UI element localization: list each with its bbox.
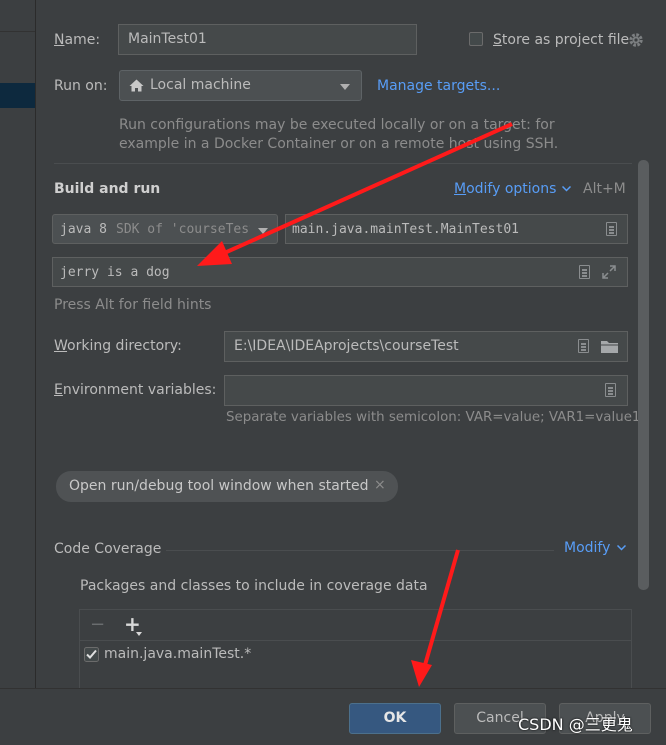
chevron-down-icon — [562, 186, 571, 192]
list-item[interactable]: main.java.mainTest.* — [80, 643, 631, 667]
store-as-project-checkbox[interactable] — [469, 32, 483, 46]
open-tool-window-chip[interactable]: Open run/debug tool window when started … — [56, 471, 398, 502]
chevron-down-icon — [258, 228, 268, 234]
modify-options-link[interactable]: Modify options — [454, 181, 556, 197]
expand-icon[interactable] — [602, 265, 616, 279]
section-divider — [54, 163, 632, 164]
name-field-value: MainTest01 — [128, 31, 207, 47]
jdk-dropdown[interactable]: java 8 SDK of 'courseTest — [52, 214, 278, 244]
program-arguments-value: jerry is a dog — [60, 265, 170, 280]
run-on-hint: Run configurations may be executed local… — [119, 116, 558, 154]
jdk-hint: SDK of 'courseTest — [116, 222, 250, 237]
scrollbar[interactable] — [638, 160, 649, 590]
document-icon[interactable] — [578, 339, 589, 353]
run-on-value: Local machine — [150, 77, 251, 93]
coverage-list-panel: − + main.java.mainTest.* — [79, 609, 632, 689]
browse-document-icon[interactable] — [605, 383, 616, 397]
run-on-label: Run on: — [54, 78, 108, 94]
program-arguments-field[interactable]: jerry is a dog — [52, 257, 628, 287]
home-icon — [129, 79, 144, 92]
chevron-down-icon — [136, 632, 142, 636]
csdn-watermark: CSDN @三更鬼 — [518, 715, 633, 734]
working-directory-value: E:\IDEA\IDEAprojects\courseTest — [234, 338, 459, 354]
list-item-label: main.java.mainTest.* — [104, 646, 252, 662]
coverage-divider — [166, 550, 554, 551]
working-directory-field[interactable]: E:\IDEA\IDEAprojects\courseTest — [224, 331, 628, 362]
main-class-field[interactable]: main.java.mainTest.MainTest01 — [285, 214, 628, 244]
config-tree-strip — [0, 0, 36, 688]
coverage-packages-label: Packages and classes to include in cover… — [80, 578, 428, 594]
list-divider — [80, 640, 631, 641]
run-on-hint-line: Run configurations may be executed local… — [119, 117, 555, 133]
document-icon[interactable] — [579, 265, 590, 279]
main-class-value: main.java.mainTest.MainTest01 — [292, 222, 519, 237]
store-as-project-label[interactable]: Store as project file — [493, 32, 629, 48]
coverage-modify-link[interactable]: Modify — [564, 540, 610, 556]
remove-icon[interactable]: − — [90, 614, 105, 635]
environment-variables-hint: Separate variables with semicolon: VAR=v… — [226, 410, 641, 425]
checkbox-checked-icon[interactable] — [84, 647, 99, 662]
tree-divider — [0, 31, 35, 32]
build-and-run-title: Build and run — [54, 181, 161, 197]
jdk-value: java 8 — [60, 222, 107, 237]
close-icon[interactable]: × — [374, 477, 386, 493]
folder-icon[interactable] — [600, 339, 619, 354]
code-coverage-title: Code Coverage — [54, 541, 162, 557]
chip-label: Open run/debug tool window when started — [69, 478, 369, 494]
working-directory-label: Working directory: — [54, 338, 182, 354]
name-field[interactable]: MainTest01 — [118, 24, 417, 55]
chevron-down-icon — [340, 84, 350, 90]
environment-variables-label: Environment variables: — [54, 382, 217, 398]
chevron-down-icon — [617, 545, 626, 551]
name-label: Name: — [54, 32, 101, 48]
dialog-button-bar: OK Cancel Apply CSDN @三更鬼 — [0, 688, 666, 745]
run-on-dropdown[interactable]: Local machine — [119, 70, 362, 101]
browse-document-icon[interactable] — [606, 222, 617, 236]
environment-variables-field[interactable] — [224, 375, 628, 406]
manage-targets-link[interactable]: Manage targets... — [377, 78, 500, 94]
run-on-hint-line: example in a Docker Container or on a re… — [119, 136, 559, 152]
gear-icon[interactable] — [627, 31, 645, 49]
selected-config-row[interactable] — [0, 83, 35, 108]
field-hint-text: Press Alt for field hints — [54, 297, 212, 313]
modify-options-shortcut: Alt+M — [583, 181, 626, 197]
ok-button[interactable]: OK — [349, 703, 441, 734]
